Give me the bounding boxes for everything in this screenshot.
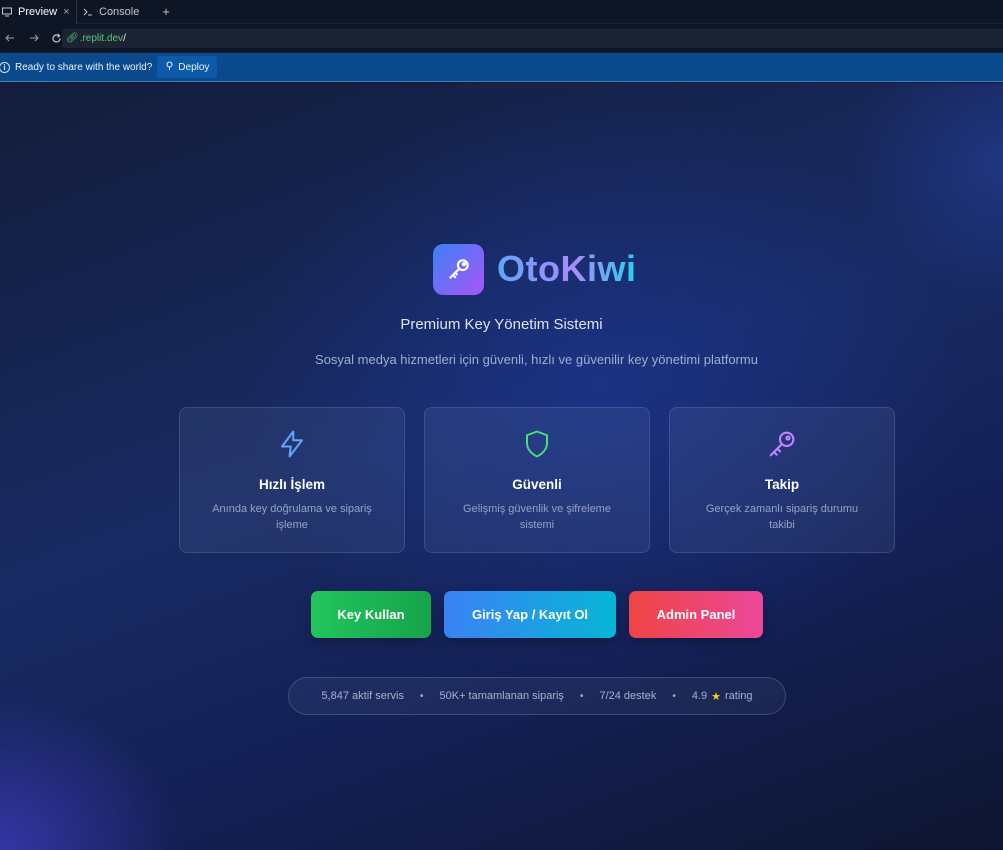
deploy-button-label: Deploy — [178, 61, 210, 73]
stat-orders: 50K+ tamamlanan sipariş — [439, 690, 564, 702]
action-buttons: Key Kullan Giriş Yap / Kayıt Ol Admin Pa… — [311, 591, 763, 638]
back-icon[interactable] — [0, 28, 20, 48]
stat-services: 5,847 aktif servis — [321, 690, 404, 702]
app-page: OtoKiwi Premium Key Yönetim Sistemi Sosy… — [0, 83, 1003, 850]
feature-card-fast: Hızlı İşlem Anında key doğrulama ve sipa… — [179, 407, 405, 553]
url-input[interactable]: 🔗︎ .replit.dev / — [62, 29, 1003, 48]
login-register-button[interactable]: Giriş Yap / Kayıt Ol — [444, 591, 616, 638]
stat-rating-label: rating — [725, 690, 753, 702]
feature-text: Gerçek zamanlı sipariş durumu takibi — [705, 503, 859, 531]
stat-support: 7/24 destek — [599, 690, 657, 702]
lightning-icon — [180, 428, 404, 460]
brand-name-part2: Kiwi — [560, 248, 637, 289]
feature-cards: Hızlı İşlem Anında key doğrulama ve sipa… — [179, 407, 895, 553]
forward-icon[interactable] — [24, 28, 44, 48]
brand-name: OtoKiwi — [497, 248, 637, 290]
tab-preview-label: Preview — [18, 6, 58, 18]
tab-console[interactable]: Console — [76, 0, 154, 24]
brand-name-part1: Oto — [497, 248, 561, 289]
terminal-icon — [83, 7, 93, 17]
key-icon — [670, 428, 894, 460]
tab-preview[interactable]: Preview × — [0, 0, 76, 24]
key-logo-icon — [433, 243, 484, 295]
monitor-icon — [2, 7, 12, 17]
url-path: / — [123, 33, 126, 44]
url-host: .replit.dev — [79, 33, 124, 44]
browser-tab-bar: Preview × Console + — [0, 0, 1003, 24]
separator: • — [579, 690, 584, 702]
feature-text: Anında key doğrulama ve sipariş işleme — [212, 503, 372, 531]
use-key-button[interactable]: Key Kullan — [311, 591, 431, 638]
separator: • — [672, 690, 676, 702]
feature-title: Güvenli — [512, 477, 562, 492]
shield-icon — [425, 428, 649, 460]
link-icon: 🔗︎ — [66, 33, 79, 44]
separator: • — [419, 690, 424, 702]
feature-card-secure: Güvenli Gelişmiş güvenlik ve şifreleme s… — [424, 407, 650, 553]
feature-title: Takip — [764, 477, 800, 492]
page-subtitle: Premium Key Yönetim Sistemi — [400, 316, 603, 333]
star-icon: ★ — [711, 690, 722, 703]
deploy-icon — [165, 61, 174, 73]
new-tab-button[interactable]: + — [154, 0, 178, 23]
feature-card-tracking: Takip Gerçek zamanlı sipariş durumu taki… — [669, 407, 895, 553]
deploy-banner: i Ready to share with the world? Deploy — [0, 53, 1003, 82]
page-description: Sosyal medya hizmetleri için güvenli, hı… — [315, 352, 758, 367]
info-icon: i — [0, 61, 10, 73]
stats-bar: 5,847 aktif servis • 50K+ tamamlanan sip… — [288, 677, 786, 715]
stat-rating-value: 4.9 — [691, 690, 708, 702]
deploy-button[interactable]: Deploy — [157, 56, 218, 78]
close-icon[interactable]: × — [63, 6, 69, 18]
address-bar-row: 🔗︎ .replit.dev / — [0, 24, 1003, 53]
deploy-message: Ready to share with the world? — [15, 61, 153, 73]
brand: OtoKiwi — [433, 243, 637, 295]
admin-panel-button[interactable]: Admin Panel — [629, 591, 763, 638]
feature-title: Hızlı İşlem — [258, 477, 326, 492]
tab-console-label: Console — [99, 6, 140, 18]
feature-text: Gelişmiş güvenlik ve şifreleme sistemi — [463, 503, 611, 531]
